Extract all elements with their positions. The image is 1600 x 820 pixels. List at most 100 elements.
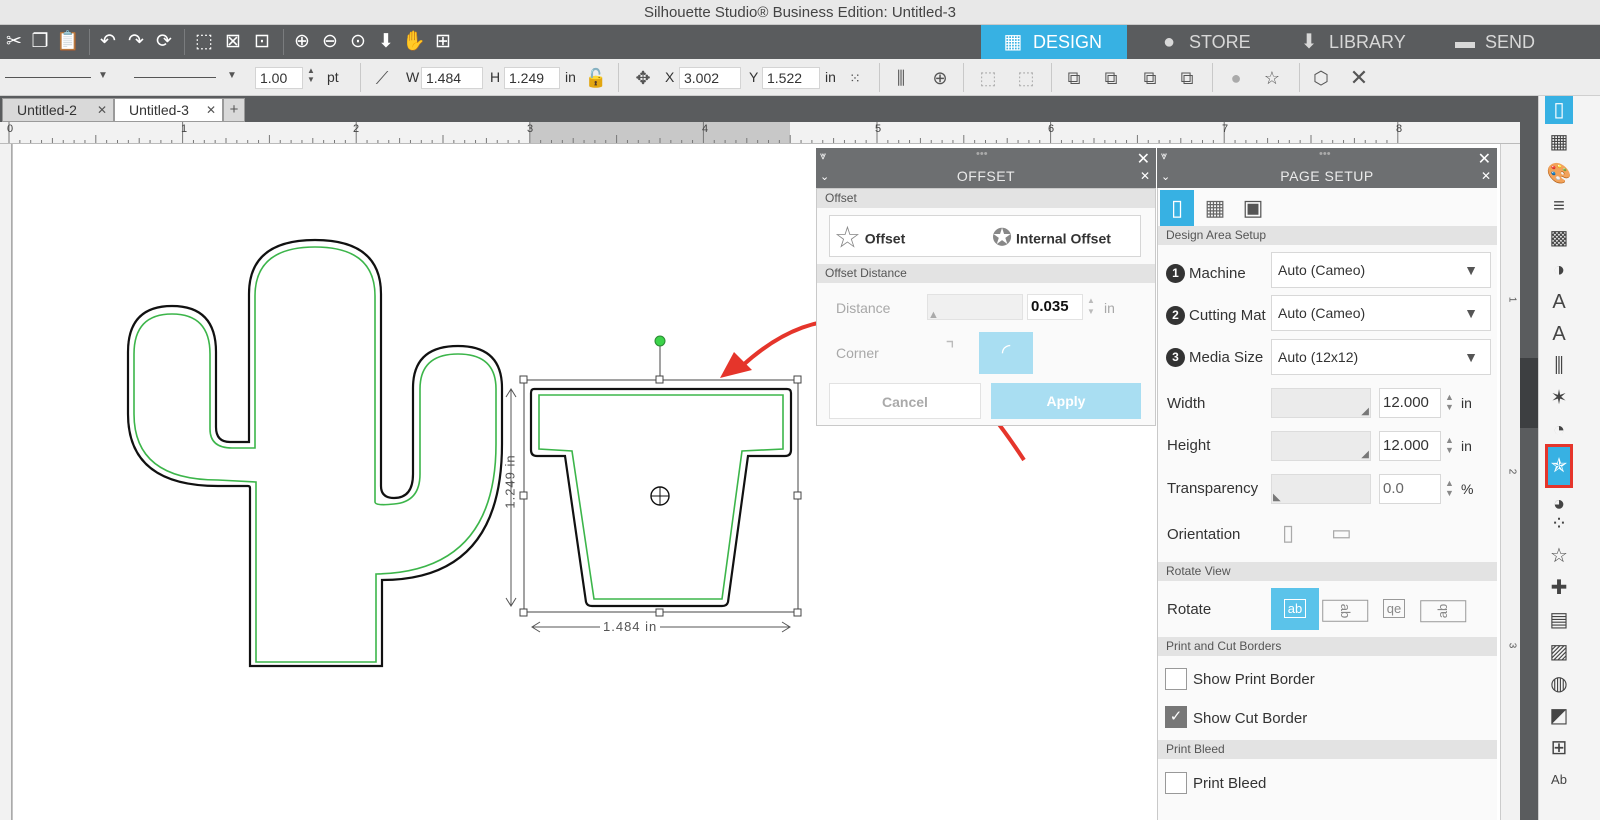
slider-thumb[interactable]: ◢ [1361,406,1369,417]
close-icon[interactable]: ✕ [1478,149,1491,169]
page-height-field[interactable]: 12.000 [1379,431,1441,461]
select-all-icon[interactable]: ⬚ [192,30,216,54]
send-backward-icon[interactable]: ⧉ [1099,66,1123,90]
corner-round-icon[interactable]: ◜ [979,332,1033,374]
stepper-icon[interactable]: ▲ ▼ [1445,478,1454,498]
image-effects-icon[interactable]: ▩ [1545,224,1573,252]
distance-field[interactable]: 0.035 [1027,294,1083,320]
tab-design[interactable]: ▦ DESIGN [981,25,1127,59]
layers-icon[interactable]: ◩ [1545,702,1573,730]
tab-library[interactable]: ⬇ LIBRARY [1277,25,1433,59]
stepper-icon[interactable]: ▲ ▼ [1445,392,1454,412]
registration-marks-icon[interactable]: ▣ [1236,190,1270,226]
height-slider[interactable]: ◢ [1271,431,1371,461]
collapse-chevron-icon[interactable]: ⩔ [1161,150,1167,163]
sketch-icon[interactable]: ⁘ [1545,510,1573,538]
text-style-icon[interactable]: A [1545,288,1573,316]
print-bleed-checkbox[interactable] [1165,772,1187,794]
tab-store[interactable]: ● STORE [1137,25,1277,59]
media-size-select[interactable]: Auto (12x12) ▼ [1271,339,1491,375]
slider-thumb[interactable]: ▲ [928,309,939,321]
offset-option[interactable]: ☆ Offset [834,216,994,258]
apply-button[interactable]: Apply [991,383,1141,419]
internal-offset-option[interactable]: ✪ Internal Offset [992,216,1142,258]
machine-select[interactable]: Auto (Cameo) ▼ [1271,252,1491,288]
move-down-icon[interactable]: ⬇ [374,30,398,54]
height-field[interactable]: 1.249 [504,67,560,89]
width-slider[interactable]: ◢ [1271,388,1371,418]
slider-thumb[interactable]: ◣ [1273,492,1281,503]
align-icon[interactable]: ⫼ [889,66,913,90]
show-print-border-checkbox[interactable] [1165,668,1187,690]
center-page-icon[interactable]: ⊕ [928,66,952,90]
scrollbar-thumb[interactable] [1520,358,1538,428]
portrait-icon[interactable]: ▯ [1282,520,1294,546]
undo-icon[interactable]: ↶ [96,30,120,54]
offset-panel-header[interactable]: ⩔ ⌄ ••• ✕ ✕ OFFSET [816,148,1156,188]
y-position-field[interactable]: 1.522 [762,67,820,89]
paste-icon[interactable]: 📋 [56,30,80,54]
bring-to-front-icon[interactable]: ⧉ [1138,66,1162,90]
delete-x-icon[interactable]: ✕ [1347,66,1371,90]
doc-tab-untitled-3[interactable]: Untitled-3 ✕ [114,98,223,122]
fit-page-icon[interactable]: ⊞ [431,30,455,54]
landscape-icon[interactable]: ▭ [1331,520,1352,546]
transparency-icon[interactable]: ◑ [1545,256,1573,284]
page-setup-header[interactable]: ⩔ ⌄ ••• ✕ ✕ PAGE SETUP [1157,148,1497,188]
chevron-down-icon[interactable]: ▼ [98,70,108,81]
fill-color-icon[interactable]: 🎨 [1545,160,1573,188]
rotate-0-button[interactable]: ab [1271,588,1319,630]
pan-hand-icon[interactable]: ✋ [402,30,426,54]
transparency-field[interactable]: 0.0 [1379,474,1441,504]
cancel-button[interactable]: Cancel [829,383,981,419]
line-end-preview[interactable] [134,77,216,78]
redo-icon[interactable]: ↷ [124,30,148,54]
page-settings-icon[interactable]: ▯ [1160,190,1194,226]
modify-icon[interactable]: ◔ [1545,416,1573,444]
warp-icon[interactable]: ⊞ [1545,734,1573,762]
nesting-icon[interactable]: ▤ [1545,606,1573,634]
width-field[interactable]: 1.484 [421,67,483,89]
deselect-icon[interactable]: ⊠ [221,30,245,54]
zoom-out-icon[interactable]: ⊖ [318,30,342,54]
replicate-cube-icon[interactable]: ⬡ [1309,66,1333,90]
font-icon[interactable]: Ab [1545,766,1573,794]
stepper-icon[interactable]: ▲ ▼ [1445,435,1454,455]
bring-forward-icon[interactable]: ⧉ [1062,66,1086,90]
rotate-90-button[interactable]: ab [1321,588,1369,630]
new-tab-button[interactable]: + [223,98,245,122]
doc-tab-untitled-2[interactable]: Untitled-2 ✕ [2,98,114,122]
offset-panel-star-icon[interactable]: ✯ [1545,444,1573,488]
ungroup-icon[interactable]: ⬚ [1014,66,1038,90]
stepper-icon[interactable]: ▲ ▼ [307,66,315,84]
corner-sharp-icon[interactable]: ⌝ [935,337,965,367]
grid-icon[interactable]: ▦ [1198,190,1232,226]
stepper-icon[interactable]: ▲ ▼ [1087,295,1095,317]
distance-slider[interactable]: ▲ [927,294,1023,321]
rotate-270-button[interactable]: ab [1419,588,1467,630]
cutting-mat-select[interactable]: Auto (Cameo) ▼ [1271,295,1491,331]
lock-aspect-icon[interactable]: 🔓 [584,66,608,90]
show-cut-border-checkbox[interactable]: ✓ [1165,706,1187,728]
x-position-field[interactable]: 3.002 [679,67,741,89]
copy-icon[interactable]: ❐ [28,30,52,54]
chevron-down-icon[interactable]: ▼ [227,70,237,81]
transparency-slider[interactable]: ◣ [1271,474,1371,504]
tab-send[interactable]: ▬ SEND [1433,25,1600,59]
send-to-back-icon[interactable]: ⧉ [1175,66,1199,90]
line-style-preview[interactable] [5,77,91,78]
globe-icon[interactable]: ◍ [1545,670,1573,698]
group-icon[interactable]: ⬚ [976,66,1000,90]
page-setup-icon[interactable]: ▯ [1545,96,1573,124]
line-style-icon[interactable]: ≡ [1545,192,1573,220]
drag-handle-icon[interactable]: ••• [1319,148,1331,160]
weld-icon[interactable]: ● [1224,66,1248,90]
page-width-field[interactable]: 12.000 [1379,388,1441,418]
anchor-grid-icon[interactable]: ⁙ [843,66,867,90]
zoom-select-icon[interactable]: ⊙ [346,30,370,54]
replicate-icon[interactable]: ✶ [1545,384,1573,412]
select-by-color-icon[interactable]: ⊡ [250,30,274,54]
line-width-field[interactable]: 1.00 [255,67,303,89]
redraw-icon[interactable]: ⟳ [152,30,176,54]
slider-thumb[interactable]: ◢ [1361,449,1369,460]
